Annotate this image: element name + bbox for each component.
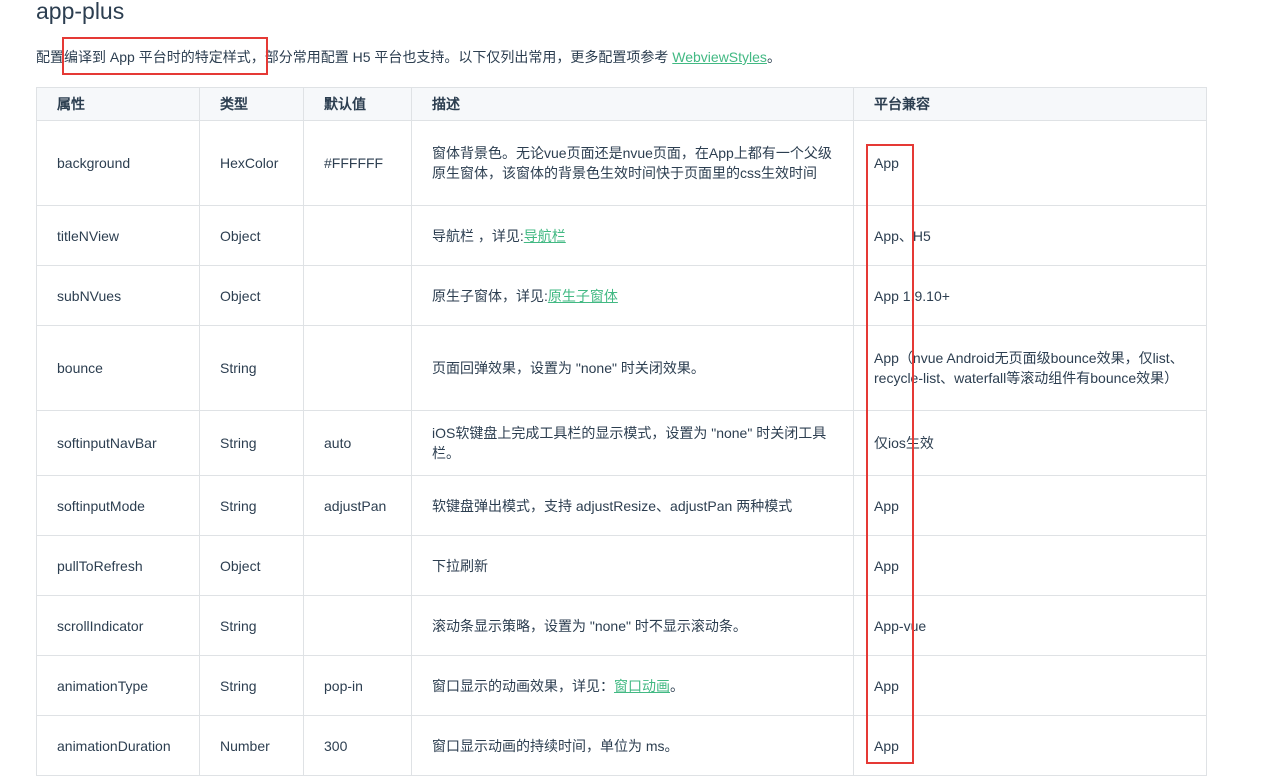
header-default: 默认值 — [303, 87, 412, 121]
cell-platform: App — [853, 535, 1207, 596]
page-heading: app-plus — [36, 0, 125, 24]
table-row: animationDuration Number 300 窗口显示动画的持续时间… — [36, 715, 1207, 776]
cell-default — [303, 595, 412, 656]
table-row: softinputMode String adjustPan 软键盘弹出模式，支… — [36, 475, 1207, 536]
cell-description: 窗口显示动画的持续时间，单位为 ms。 — [411, 715, 854, 776]
cell-description: 软键盘弹出模式，支持 adjustResize、adjustPan 两种模式 — [411, 475, 854, 536]
cell-default: 300 — [303, 715, 412, 776]
cell-property: animationDuration — [36, 715, 200, 776]
cell-description: 页面回弹效果，设置为 "none" 时关闭效果。 — [411, 325, 854, 411]
cell-type: String — [199, 410, 304, 476]
cell-type: Object — [199, 265, 304, 326]
cell-platform: App-vue — [853, 595, 1207, 656]
cell-description: 导航栏 ，详见:导航栏 — [411, 205, 854, 266]
cell-platform: 仅ios生效 — [853, 410, 1207, 476]
table-row: background HexColor #FFFFFF 窗体背景色。无论vue页… — [36, 120, 1207, 206]
cell-description: iOS软键盘上完成工具栏的显示模式，设置为 "none" 时关闭工具栏。 — [411, 410, 854, 476]
cell-property: titleNView — [36, 205, 200, 266]
cell-default: pop-in — [303, 655, 412, 716]
cell-platform: App、H5 — [853, 205, 1207, 266]
intro-paragraph: 配置编译到 App 平台时的特定样式，部分常用配置 H5 平台也支持。以下仅列出… — [36, 47, 781, 67]
cell-type: HexColor — [199, 120, 304, 206]
table-row: subNVues Object 原生子窗体，详见:原生子窗体 App 1.9.1… — [36, 265, 1207, 326]
desc-text: 导航栏 ，详见: — [432, 227, 524, 244]
cell-type: String — [199, 325, 304, 411]
cell-property: animationType — [36, 655, 200, 716]
titlenview-link[interactable]: 导航栏 — [524, 228, 566, 244]
cell-platform: App — [853, 475, 1207, 536]
cell-default — [303, 535, 412, 596]
cell-platform: App 1.9.10+ — [853, 265, 1207, 326]
cell-description: 下拉刷新 — [411, 535, 854, 596]
header-property: 属性 — [36, 87, 200, 121]
cell-property: pullToRefresh — [36, 535, 200, 596]
desc-text: 窗口显示的动画效果，详见： — [432, 677, 614, 694]
cell-type: String — [199, 595, 304, 656]
cell-type: Object — [199, 205, 304, 266]
cell-type: Object — [199, 535, 304, 596]
cell-default — [303, 325, 412, 411]
cell-type: String — [199, 475, 304, 536]
intro-text-after: 。 — [766, 49, 781, 65]
table-row: scrollIndicator String 滚动条显示策略，设置为 "none… — [36, 595, 1207, 656]
cell-type: Number — [199, 715, 304, 776]
cell-property: background — [36, 120, 200, 206]
cell-description: 窗体背景色。无论vue页面还是nvue页面，在App上都有一个父级原生窗体，该窗… — [411, 120, 854, 206]
table-row: bounce String 页面回弹效果，设置为 "none" 时关闭效果。 A… — [36, 325, 1207, 411]
cell-default — [303, 265, 412, 326]
cell-platform: App（nvue Android无页面级bounce效果，仅list、recyc… — [853, 325, 1207, 411]
cell-platform: App — [853, 655, 1207, 716]
cell-property: softinputMode — [36, 475, 200, 536]
header-type: 类型 — [199, 87, 304, 121]
webviewstyles-link[interactable]: WebviewStyles — [672, 49, 767, 65]
desc-text-after: 。 — [670, 677, 684, 694]
cell-default: adjustPan — [303, 475, 412, 536]
cell-property: softinputNavBar — [36, 410, 200, 476]
table-row: softinputNavBar String auto iOS软键盘上完成工具栏… — [36, 410, 1207, 476]
cell-description: 滚动条显示策略，设置为 "none" 时不显示滚动条。 — [411, 595, 854, 656]
window-animation-link[interactable]: 窗口动画 — [614, 678, 670, 694]
cell-property: subNVues — [36, 265, 200, 326]
cell-property: scrollIndicator — [36, 595, 200, 656]
app-plus-options-table: 属性 类型 默认值 描述 平台兼容 background HexColor #F… — [36, 87, 1207, 776]
header-description: 描述 — [411, 87, 854, 121]
cell-platform: App — [853, 120, 1207, 206]
cell-default — [303, 205, 412, 266]
cell-default: #FFFFFF — [303, 120, 412, 206]
cell-platform: App — [853, 715, 1207, 776]
cell-description: 原生子窗体，详见:原生子窗体 — [411, 265, 854, 326]
intro-text-before: 配置编译到 App 平台时的特定样式，部分常用配置 H5 平台也支持。以下仅列出… — [36, 49, 673, 65]
subnvues-link[interactable]: 原生子窗体 — [548, 288, 618, 304]
cell-default: auto — [303, 410, 412, 476]
desc-text: 原生子窗体，详见: — [432, 287, 548, 304]
cell-property: bounce — [36, 325, 200, 411]
cell-type: String — [199, 655, 304, 716]
table-row: animationType String pop-in 窗口显示的动画效果，详见… — [36, 655, 1207, 716]
table-row: titleNView Object 导航栏 ，详见:导航栏 App、H5 — [36, 205, 1207, 266]
cell-description: 窗口显示的动画效果，详见：窗口动画。 — [411, 655, 854, 716]
header-platform: 平台兼容 — [853, 87, 1207, 121]
table-header-row: 属性 类型 默认值 描述 平台兼容 — [36, 87, 1207, 121]
table-row: pullToRefresh Object 下拉刷新 App — [36, 535, 1207, 596]
